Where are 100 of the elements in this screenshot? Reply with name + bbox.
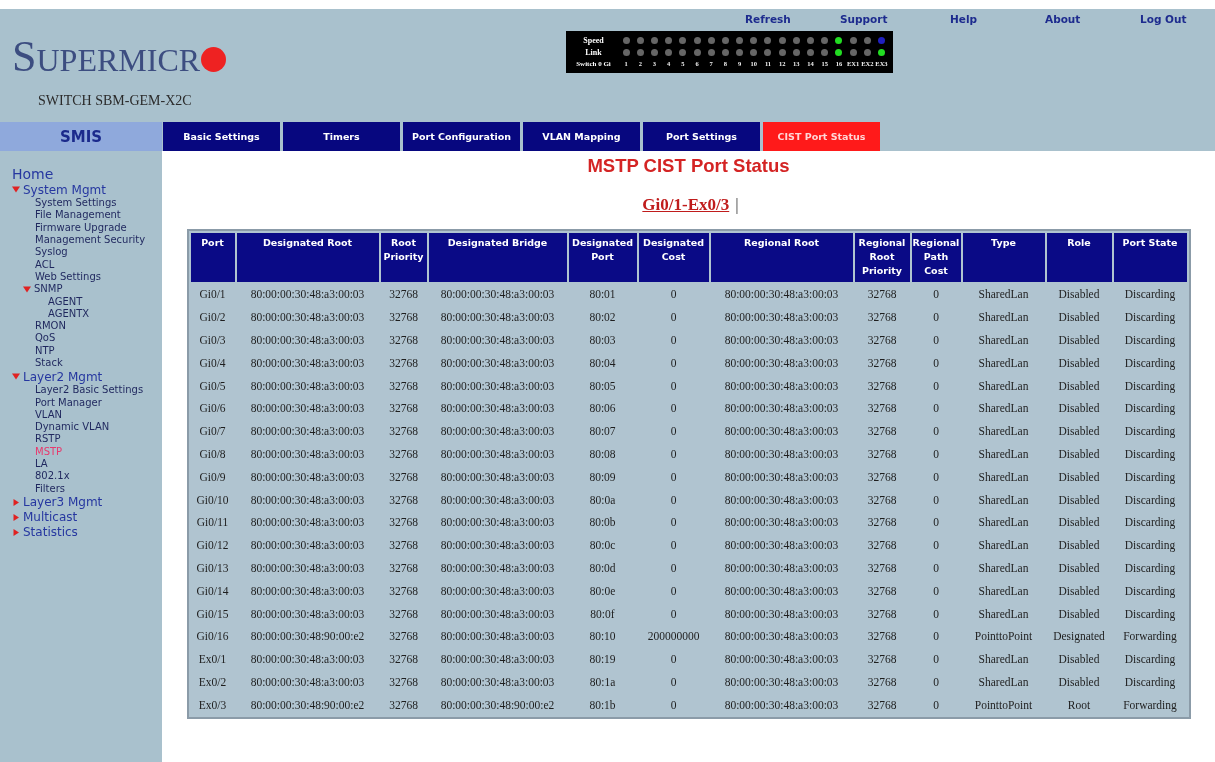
table-cell-text: SharedLan xyxy=(977,469,1030,485)
sidebar-item[interactable]: System Settings xyxy=(35,198,117,209)
table-cell-text: Gi0/5 xyxy=(198,378,227,394)
sidebar-item[interactable]: VLAN xyxy=(35,409,62,420)
table-cell-text: 0 xyxy=(669,378,678,394)
table-cell-text: 32768 xyxy=(866,378,898,394)
sidebar-item[interactable]: Multicast xyxy=(23,511,78,524)
triangle-right-icon[interactable] xyxy=(12,513,20,521)
top-link[interactable]: Log Out xyxy=(1140,12,1187,26)
table-cell-text: 32768 xyxy=(866,538,898,554)
table-cell-text: 80:02 xyxy=(588,310,617,326)
table-cell-text: Discarding xyxy=(1123,515,1177,531)
table-cell-text: 200000000 xyxy=(646,629,701,645)
table-cell-text: Gi0/11 xyxy=(195,515,230,531)
table-cell-text: SharedLan xyxy=(977,538,1030,554)
column-header: Port xyxy=(190,233,235,282)
table-cell-text: 80:00:00:30:48:a3:00:03 xyxy=(723,606,840,622)
sidebar-item[interactable]: RSTP xyxy=(35,434,61,445)
table-cell-text: 0 xyxy=(932,333,940,348)
sidebar-item[interactable]: AGENTX xyxy=(48,308,90,319)
column-header: Regional Path Cost xyxy=(911,233,961,282)
table-cell-text: 80:00:00:30:48:a3:00:03 xyxy=(249,401,366,417)
top-link[interactable]: About xyxy=(1045,12,1081,26)
table-cell-text: 0 xyxy=(932,583,940,599)
tab[interactable]: Port Configuration xyxy=(403,122,520,151)
table-cell-text: Discarding xyxy=(1123,424,1177,440)
table-cell-text: 80:00:00:30:48:a3:00:03 xyxy=(249,310,366,326)
sidebar-item[interactable]: Layer2 Mgmt xyxy=(23,370,103,383)
sidebar-item[interactable]: Management Security xyxy=(35,235,146,246)
port-range-link[interactable]: Gi0/1-Ex0/3 xyxy=(642,196,730,214)
sidebar-item[interactable]: File Management xyxy=(35,210,121,221)
table-cell-text: Forwarding xyxy=(1122,697,1178,714)
sidebar-item[interactable]: QoS xyxy=(35,333,56,344)
table-cell-text: 80:00:00:30:48:a3:00:03 xyxy=(249,333,366,348)
column-header: Regional Root Priority xyxy=(854,233,910,282)
table-cell-text: 32768 xyxy=(866,629,898,645)
top-link[interactable]: Refresh xyxy=(745,12,791,26)
table-cell-text: 80:00:00:30:48:a3:00:03 xyxy=(249,606,366,622)
table-cell-text: 80:00:00:30:48:a3:00:03 xyxy=(249,355,366,371)
sidebar-item[interactable]: LA xyxy=(35,459,48,470)
table-cell-text: 32768 xyxy=(866,310,898,326)
table-cell-text: 80:00:00:30:48:a3:00:03 xyxy=(723,378,840,394)
sidebar-item[interactable]: NTP xyxy=(35,345,55,356)
table-cell-text: 0 xyxy=(932,446,940,462)
table-cell-text: 80:00:00:30:48:a3:00:03 xyxy=(723,560,840,576)
table-cell-text: 80:00:00:30:48:a3:00:03 xyxy=(723,697,840,713)
table-cell-text: Gi0/2 xyxy=(198,310,227,326)
sidebar-item[interactable]: Stack xyxy=(35,358,63,368)
table-cell-text: 0 xyxy=(669,287,678,303)
tab[interactable]: Port Settings xyxy=(643,122,760,151)
sidebar-item[interactable]: Firmware Upgrade xyxy=(35,222,127,233)
top-link[interactable]: Help xyxy=(950,12,978,26)
table-cell-text: Gi0/14 xyxy=(195,583,230,599)
sidebar-item[interactable]: RMON xyxy=(35,321,66,332)
table-cell-text: 80:00:00:30:48:a3:00:03 xyxy=(439,378,556,394)
table-cell-text: Discarding xyxy=(1123,355,1177,372)
sidebar-item[interactable]: AGENT xyxy=(48,296,83,307)
table-cell-text: SharedLan xyxy=(977,606,1030,622)
table-cell-text: 80:19 xyxy=(588,652,617,668)
table-cell-text: 80:00:00:30:48:a3:00:03 xyxy=(439,355,556,371)
sidebar-item[interactable]: Syslog xyxy=(35,247,68,258)
triangle-right-icon[interactable] xyxy=(12,528,20,536)
table-cell-text: PointtoPoint xyxy=(973,697,1034,713)
triangle-down-icon[interactable] xyxy=(23,285,31,293)
column-header: Role xyxy=(1046,233,1112,282)
table-cell-text: 32768 xyxy=(866,333,898,348)
sidebar-item[interactable]: Layer3 Mgmt xyxy=(23,496,103,509)
table-cell-text: Disabled xyxy=(1057,355,1101,371)
table-cell-text: Root xyxy=(1066,697,1092,713)
table-cell-text: Discarding xyxy=(1123,378,1177,395)
table-cell-text: 32768 xyxy=(388,606,419,622)
table-cell-text: 32768 xyxy=(866,697,898,713)
table-cell-text: 32768 xyxy=(388,652,419,668)
sidebar-item[interactable]: SNMP xyxy=(34,284,63,295)
sidebar-item[interactable]: Home xyxy=(12,166,54,181)
table-cell-text: Discarding xyxy=(1123,583,1177,600)
tab[interactable]: Basic Settings xyxy=(163,122,280,151)
sidebar-item[interactable]: ACL xyxy=(35,259,55,270)
tab[interactable]: VLAN Mapping xyxy=(523,122,640,151)
table-cell-text: 0 xyxy=(669,492,678,508)
sidebar-item[interactable]: Port Manager xyxy=(35,397,102,408)
table-cell-text: 80:00:00:30:48:a3:00:03 xyxy=(249,560,366,576)
sidebar-item[interactable]: Layer2 Basic Settings xyxy=(35,385,144,396)
sidebar-item[interactable]: Filters xyxy=(35,483,65,494)
sidebar-item[interactable]: 802.1x xyxy=(35,471,70,482)
table-cell-text: Discarding xyxy=(1123,401,1177,417)
triangle-right-icon[interactable] xyxy=(12,498,20,506)
tab[interactable]: Timers xyxy=(283,122,400,151)
table-cell-text: Discarding xyxy=(1123,492,1177,509)
sidebar-item[interactable]: Statistics xyxy=(23,526,78,539)
table-cell-text: 80:01 xyxy=(588,287,617,303)
triangle-down-icon[interactable] xyxy=(12,186,20,193)
table-cell-text: 0 xyxy=(669,424,678,440)
sidebar-item[interactable]: Web Settings xyxy=(35,271,101,282)
table-cell-text: Disabled xyxy=(1057,652,1101,668)
sidebar-item[interactable]: Dynamic VLAN xyxy=(35,422,110,433)
table-cell-text: 80:00:00:30:48:a3:00:03 xyxy=(249,583,366,599)
sidebar-item[interactable]: System Mgmt xyxy=(23,183,106,196)
top-link[interactable]: Support xyxy=(840,12,888,26)
triangle-down-icon[interactable] xyxy=(12,373,20,381)
